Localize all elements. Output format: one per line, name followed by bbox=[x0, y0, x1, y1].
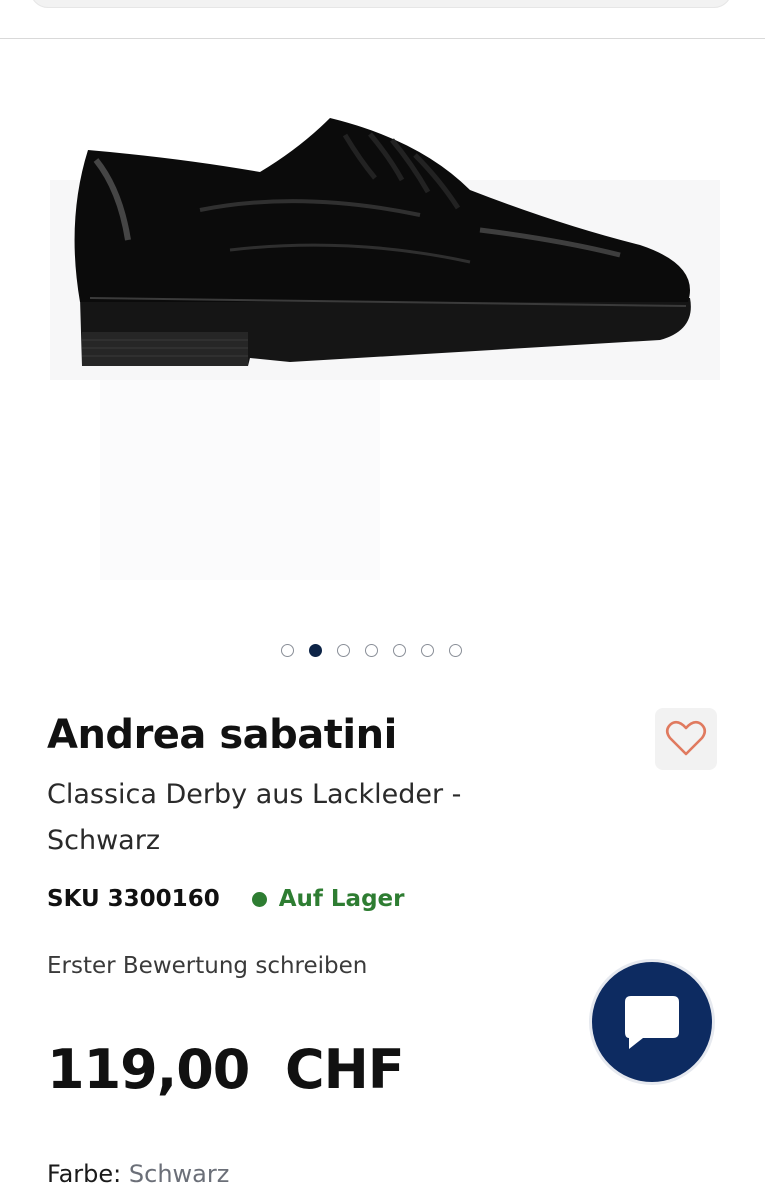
color-row: Farbe: Schwarz bbox=[47, 1160, 229, 1188]
product-brand: Andrea sabatini bbox=[47, 712, 397, 758]
product-image[interactable] bbox=[0, 40, 765, 630]
stock-label: Auf Lager bbox=[278, 886, 405, 912]
heart-icon bbox=[665, 720, 707, 756]
carousel-dot[interactable] bbox=[281, 644, 294, 657]
carousel-dot[interactable] bbox=[309, 644, 322, 657]
write-review-link[interactable]: Erster Bewertung schreiben bbox=[47, 953, 367, 979]
sku-label: SKU bbox=[47, 886, 100, 912]
stock-status: Auf Lager bbox=[251, 886, 405, 912]
shoe-image bbox=[50, 118, 720, 580]
header-divider bbox=[0, 38, 765, 39]
carousel-dot[interactable] bbox=[337, 644, 350, 657]
search-bar[interactable] bbox=[30, 0, 732, 8]
chat-button[interactable] bbox=[592, 962, 712, 1082]
product-name: Classica Derby aus Lackleder - Schwarz bbox=[47, 779, 462, 856]
carousel-dot[interactable] bbox=[393, 644, 406, 657]
sku-row: SKU 3300160 Auf Lager bbox=[47, 886, 404, 912]
carousel-dots bbox=[281, 644, 462, 657]
chat-bubble-icon bbox=[625, 996, 679, 1049]
sku-value: 3300160 bbox=[107, 886, 220, 912]
carousel-dot[interactable] bbox=[421, 644, 434, 657]
product-page: Andrea sabatini Classica Derby aus Lackl… bbox=[0, 0, 765, 1200]
color-value[interactable]: Schwarz bbox=[129, 1160, 229, 1188]
carousel-dot[interactable] bbox=[449, 644, 462, 657]
color-label: Farbe: bbox=[47, 1160, 122, 1188]
product-price: 119,00 CHF bbox=[47, 1038, 405, 1101]
wishlist-button[interactable] bbox=[655, 708, 717, 770]
stock-dot-icon bbox=[251, 891, 267, 907]
carousel-dot[interactable] bbox=[365, 644, 378, 657]
